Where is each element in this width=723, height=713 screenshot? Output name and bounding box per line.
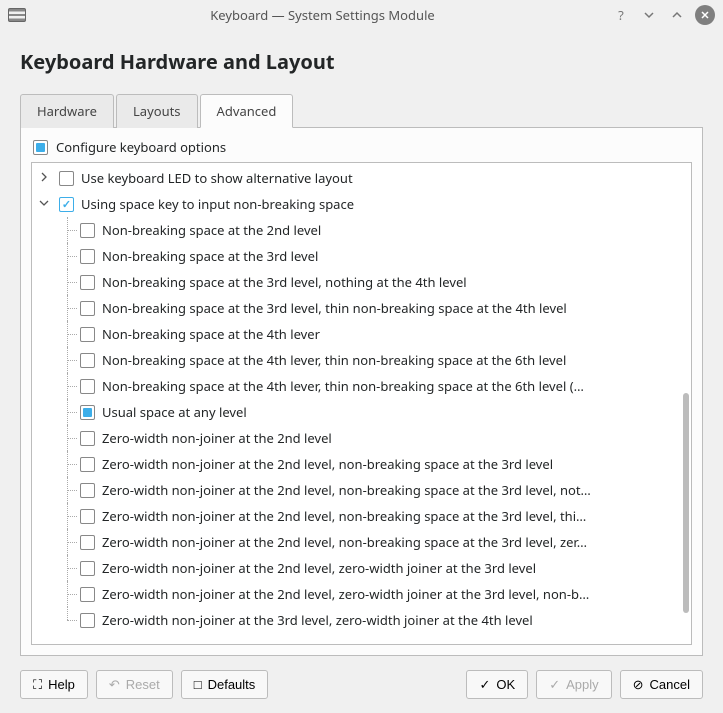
option-label: Zero-width non-joiner at the 2nd level, … [102,507,586,525]
minimize-icon[interactable] [639,5,659,25]
option-checkbox[interactable] [80,535,95,550]
tree-row: Zero-width non-joiner at the 2nd level, … [32,555,691,581]
option-label: Non-breaking space at the 3rd level, not… [102,273,467,291]
option-checkbox[interactable] [80,509,95,524]
cancel-icon: ⊘ [633,678,644,691]
option-label: Non-breaking space at the 4th lever [102,325,320,343]
configure-row: Configure keyboard options [31,138,692,156]
cancel-button[interactable]: ⊘ Cancel [620,670,703,699]
option-label: Non-breaking space at the 2nd level [102,221,321,239]
reset-button[interactable]: ↶ Reset [96,670,173,699]
defaults-button[interactable]: □ Defaults [181,670,269,699]
options-tree: Use keyboard LED to show alternative lay… [31,162,692,645]
tree-row: Non-breaking space at the 3rd level, not… [32,269,691,295]
cancel-button-label: Cancel [650,677,690,692]
reset-button-label: Reset [126,677,160,692]
button-bar: ⛶ Help ↶ Reset □ Defaults ✓ OK ✓ Apply ⊘… [0,656,723,713]
advanced-panel: Configure keyboard options Use keyboard … [20,128,703,656]
chevron-right-icon[interactable] [38,171,50,186]
option-checkbox[interactable] [80,405,95,420]
option-label: Zero-width non-joiner at the 2nd level, … [102,559,536,577]
maximize-icon[interactable] [667,5,687,25]
tree-row: Use keyboard LED to show alternative lay… [32,165,691,191]
help-icon[interactable]: ? [611,5,631,25]
tree-row: Zero-width non-joiner at the 2nd level, … [32,529,691,555]
content: Keyboard Hardware and Layout Hardware La… [0,30,723,656]
option-label: Usual space at any level [102,403,247,421]
tree-row: Zero-width non-joiner at the 3rd level, … [32,607,691,633]
option-label: Zero-width non-joiner at the 2nd level, … [102,481,591,499]
option-checkbox[interactable] [59,197,74,212]
option-label: Non-breaking space at the 4th lever, thi… [102,351,566,369]
help-button[interactable]: ⛶ Help [20,670,88,699]
option-checkbox[interactable] [80,431,95,446]
page-title: Keyboard Hardware and Layout [20,48,703,75]
option-checkbox[interactable] [80,613,95,628]
option-label: Zero-width non-joiner at the 2nd level [102,429,332,447]
apply-button[interactable]: ✓ Apply [536,670,611,699]
tree-row: Using space key to input non-breaking sp… [32,191,691,217]
configure-checkbox[interactable] [33,140,48,155]
ok-button[interactable]: ✓ OK [466,670,528,699]
option-label: Zero-width non-joiner at the 2nd level, … [102,533,587,551]
tree-row: Non-breaking space at the 4th lever, thi… [32,373,691,399]
chevron-down-icon[interactable] [38,197,50,212]
keyboard-icon [8,8,26,22]
tab-layouts[interactable]: Layouts [116,94,198,128]
help-button-icon: ⛶ [33,678,42,691]
option-checkbox[interactable] [80,301,95,316]
tree-row: Zero-width non-joiner at the 2nd level, … [32,451,691,477]
tree-row: Zero-width non-joiner at the 2nd level, … [32,581,691,607]
option-checkbox[interactable] [80,275,95,290]
tree-row: Non-breaking space at the 3rd level, thi… [32,295,691,321]
help-button-label: Help [48,677,75,692]
titlebar: Keyboard — System Settings Module ? [0,0,723,30]
check-icon: ✓ [549,678,560,691]
tab-hardware[interactable]: Hardware [20,94,114,128]
option-label: Non-breaking space at the 3rd level, thi… [102,299,567,317]
tree-row: Usual space at any level [32,399,691,425]
tree-row: Non-breaking space at the 4th lever, thi… [32,347,691,373]
tree-row: Non-breaking space at the 4th lever [32,321,691,347]
window-title: Keyboard — System Settings Module [34,6,611,24]
check-icon: ✓ [479,678,490,691]
tab-bar: Hardware Layouts Advanced [20,93,703,128]
option-label: Non-breaking space at the 3rd level [102,247,318,265]
option-checkbox[interactable] [80,249,95,264]
option-checkbox[interactable] [80,327,95,342]
option-label: Zero-width non-joiner at the 3rd level, … [102,611,533,629]
configure-label: Configure keyboard options [56,138,226,156]
option-label: Non-breaking space at the 4th lever, thi… [102,377,584,395]
option-checkbox[interactable] [80,561,95,576]
undo-icon: ↶ [109,678,120,691]
option-checkbox[interactable] [80,587,95,602]
option-label: Using space key to input non-breaking sp… [81,195,354,213]
option-checkbox[interactable] [80,223,95,238]
option-checkbox[interactable] [80,353,95,368]
option-checkbox[interactable] [80,457,95,472]
option-label: Use keyboard LED to show alternative lay… [81,169,353,187]
tree-row: Zero-width non-joiner at the 2nd level [32,425,691,451]
defaults-icon: □ [194,678,202,691]
titlebar-controls: ? [611,5,715,25]
option-checkbox[interactable] [59,171,74,186]
apply-button-label: Apply [566,677,599,692]
defaults-button-label: Defaults [208,677,256,692]
option-label: Zero-width non-joiner at the 2nd level, … [102,585,589,603]
close-icon[interactable] [695,5,715,25]
tree-row: Zero-width non-joiner at the 2nd level, … [32,477,691,503]
tree-row: Non-breaking space at the 3rd level [32,243,691,269]
tree-row: Non-breaking space at the 2nd level [32,217,691,243]
tab-advanced[interactable]: Advanced [200,94,294,128]
option-checkbox[interactable] [80,483,95,498]
tree-row: Zero-width non-joiner at the 2nd level, … [32,503,691,529]
option-label: Zero-width non-joiner at the 2nd level, … [102,455,553,473]
ok-button-label: OK [496,677,515,692]
option-checkbox[interactable] [80,379,95,394]
scrollbar[interactable] [683,393,689,613]
